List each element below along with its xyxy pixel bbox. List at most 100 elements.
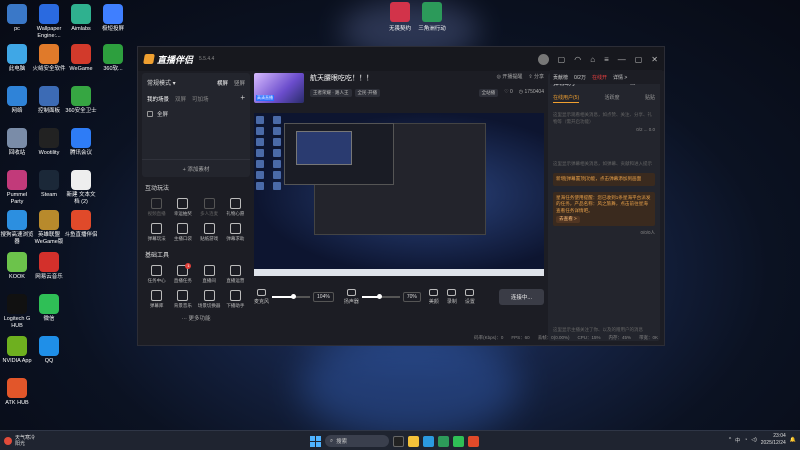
notice-view-link[interactable]: 去查看 > (556, 216, 580, 223)
weather-widget[interactable]: 天气寒冷 阳光 (0, 435, 35, 447)
desktop-icon[interactable]: Wallpaper Engine:... (32, 4, 66, 39)
landscape-option[interactable]: 横屏 (217, 79, 228, 87)
online-toggle[interactable]: 在线开 (592, 74, 607, 81)
volume-icon[interactable]: ◁) (751, 437, 757, 443)
range-tag[interactable]: 全民·开播 (354, 89, 380, 97)
feature-item[interactable]: 多人连麦 (197, 196, 222, 219)
feature-item[interactable]: 弹幕库 (144, 288, 169, 311)
desktop-icon[interactable]: 360安全卫士 (64, 86, 98, 115)
beauty-button[interactable]: 美颜 (429, 289, 439, 305)
tab-dual-screen[interactable]: 双屏 (175, 95, 186, 103)
wechat-taskbar-icon[interactable] (453, 435, 464, 447)
desktop-icon[interactable]: 网络 (0, 86, 34, 115)
feature-item[interactable]: 下播助手 (223, 288, 248, 311)
desktop-icon[interactable]: Logitech G HUB (0, 294, 34, 329)
mic-slider[interactable] (272, 294, 311, 299)
desktop-icon[interactable]: 网易云音乐 (32, 252, 66, 281)
scene-item[interactable]: 全屏 (147, 110, 245, 118)
desktop-icon[interactable]: pc (0, 4, 34, 33)
desktop-icon[interactable]: KOOK (0, 252, 34, 281)
shirt-icon[interactable]: ⌂ (590, 55, 595, 64)
feature-item[interactable]: 任务中心 (144, 263, 169, 286)
tab-activity[interactable]: 活跃度 (605, 94, 620, 103)
mic-percent[interactable]: 104% (313, 292, 334, 302)
portrait-option[interactable]: 竖屏 (234, 79, 245, 87)
desktop-icon[interactable]: WeGame (64, 44, 98, 73)
feature-item[interactable]: 场景切换器 (197, 288, 222, 311)
mic-button[interactable]: 麦克风 (254, 289, 269, 305)
feature-item[interactable]: 礼物心愿 (223, 196, 248, 219)
notice-pin[interactable]: 新增[弹幕置顶]功能，点击弹幕添加到画面 (553, 173, 655, 186)
avatar[interactable] (537, 53, 549, 65)
minimize-icon[interactable]: — (618, 55, 626, 64)
desktop-icon[interactable]: NVIDIA App (0, 336, 34, 365)
desktop-icon[interactable]: ATK HUB (0, 378, 34, 407)
record-button[interactable]: 录制 (447, 289, 457, 305)
task-view-icon[interactable] (393, 435, 404, 447)
desktop-icon[interactable]: QQ (32, 336, 66, 365)
speaker-button[interactable]: 扬声器 (344, 289, 359, 305)
share-button[interactable]: ⇪ 分享 (528, 73, 544, 80)
desktop-icon[interactable]: Steam (32, 170, 66, 199)
feature-item[interactable]: 主播口袋 (170, 221, 195, 244)
notification-icon[interactable]: 🔔 (790, 437, 796, 443)
feature-item[interactable]: 贴纸游戏 (197, 221, 222, 244)
desktop-icon[interactable]: 此电脑 (0, 44, 34, 73)
stream-title[interactable]: 航天腰眼吃吃！！！ (310, 73, 380, 83)
desktop-icon[interactable]: Wootility (32, 128, 66, 157)
delta-force-taskbar-icon[interactable] (438, 435, 449, 447)
settings-button[interactable]: 设置 (465, 289, 475, 305)
desktop-icon[interactable]: 控制面板 (32, 86, 66, 115)
desktop-icon[interactable]: Pummel Party (0, 170, 34, 205)
desktop-icon[interactable]: 微信 (32, 294, 66, 323)
mode-select[interactable]: 常规模式 ▾ (147, 78, 176, 87)
desktop-icon[interactable]: 腾讯会议 (64, 128, 98, 157)
add-source-button[interactable]: + 添加素材 (142, 159, 250, 173)
desktop-icon[interactable]: 360软... (96, 44, 130, 73)
speaker-slider[interactable] (361, 294, 400, 299)
desktop-icon[interactable]: 三角洲行动 (414, 2, 450, 32)
desktop-icon[interactable]: 无畏契约 (382, 2, 418, 32)
start-reminder-button[interactable]: ◎ 开播提醒 (497, 73, 523, 80)
file-explorer-icon[interactable] (408, 435, 419, 447)
tab-my-scenes[interactable]: 我的场景 (147, 95, 169, 103)
category-tag[interactable]: 王者荣耀 · 路人王 (310, 89, 352, 97)
more-features-button[interactable]: ··· 更多功能 (142, 314, 250, 322)
feature-item[interactable]: 幸运抽奖 (170, 196, 195, 219)
stream-preview[interactable] (254, 113, 544, 276)
tab-add-scene[interactable]: 可加场 (192, 95, 209, 103)
add-scene-icon[interactable]: + (240, 94, 245, 103)
windows-start-icon[interactable] (310, 435, 321, 447)
desktop-icon[interactable]: Aimlabs (64, 4, 98, 33)
desktop-icon[interactable]: 英雄联盟WeGame版 (32, 210, 66, 245)
feature-item[interactable]: 弹幕玩法 (144, 221, 169, 244)
input-language[interactable]: 中 (735, 437, 740, 444)
desktop-icon[interactable]: 新建 文本文档 (2) (64, 170, 98, 205)
feature-item[interactable]: 弹幕求助 (223, 221, 248, 244)
stream-cover[interactable]: 高清直播 (254, 73, 304, 103)
desktop-icon[interactable]: 搜狗高速浏览器 (0, 210, 34, 245)
feature-item[interactable]: 直播运营 (223, 263, 248, 286)
connect-button[interactable]: 连接中... (498, 289, 544, 305)
headset-icon[interactable]: ◠ (574, 55, 581, 64)
live-companion-taskbar-icon[interactable] (468, 435, 479, 447)
desktop-icon[interactable]: 火绒安全软件 (32, 44, 66, 73)
contribution-rank[interactable]: 贡献榜 (553, 74, 568, 81)
details-link[interactable]: 详情 > (613, 74, 627, 81)
desktop-icon[interactable]: 回收站 (0, 128, 34, 157)
feature-item[interactable]: 直播间 (197, 263, 222, 286)
clock[interactable]: 23:04 2025/12/24 (761, 433, 786, 447)
chevron-up-icon[interactable]: ^ (729, 437, 731, 443)
wifi-icon[interactable]: ◔ (744, 437, 747, 443)
tab-online-users[interactable]: 在线用户(5) (553, 94, 580, 103)
menu-icon[interactable]: ≡ (604, 55, 609, 64)
feature-item[interactable]: 背景音乐 (170, 288, 195, 311)
tab-stickers[interactable]: 贴贴 (645, 94, 655, 103)
feature-item[interactable]: 直播任务 (170, 263, 195, 286)
desktop-icon[interactable]: 斗鱼直播伴侣 (64, 210, 98, 239)
edge-icon[interactable] (423, 435, 434, 447)
speaker-percent[interactable]: 70% (402, 292, 421, 302)
maximize-icon[interactable]: ▢ (635, 55, 643, 64)
search-box[interactable]: ⌕ 搜索 (325, 435, 389, 447)
desktop-icon[interactable]: 极短投屏 (96, 4, 130, 33)
